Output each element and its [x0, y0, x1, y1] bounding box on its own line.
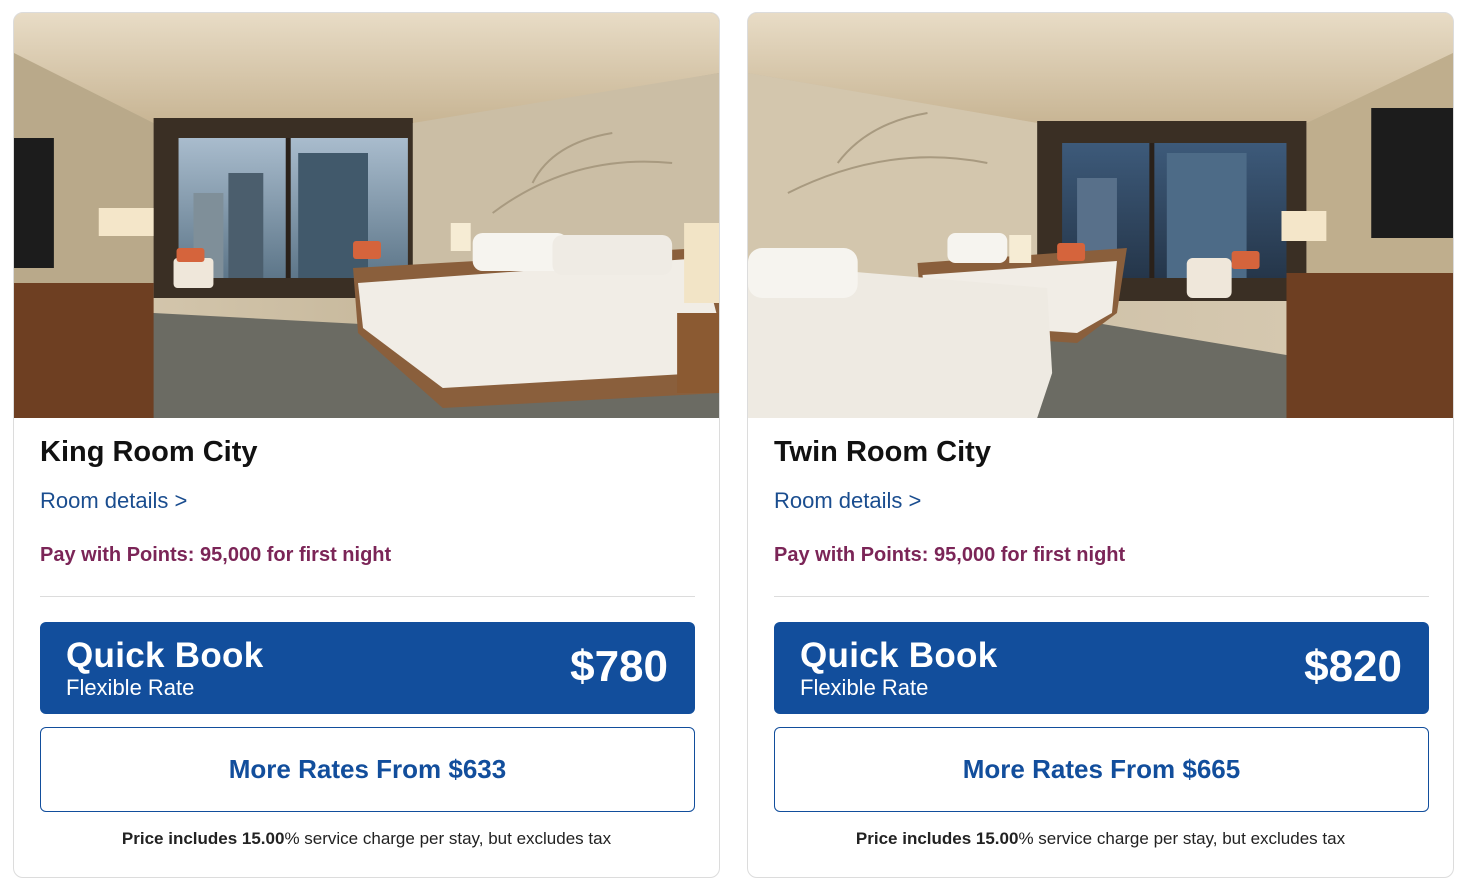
room-title: Twin Room City	[774, 436, 991, 468]
room-details-link[interactable]: Room details >	[774, 488, 921, 514]
quick-book-title: Quick Book	[66, 636, 264, 675]
quick-book-price: $820	[1304, 642, 1402, 691]
disclaimer-bold: Price includes 15.00	[121, 829, 285, 848]
quick-book-button[interactable]: Quick Book Flexible Rate $780	[40, 622, 695, 714]
room-card-twin: Twin Room City Room details > Pay with P…	[747, 12, 1454, 878]
quick-book-title: Quick Book	[800, 636, 998, 675]
disclaimer-bold: Price includes 15.00	[855, 829, 1019, 848]
more-rates-button[interactable]: More Rates From $665	[774, 727, 1429, 812]
room-title: King Room City	[40, 436, 258, 468]
room-photo[interactable]	[14, 13, 719, 418]
room-card-king: King Room City Room details > Pay with P…	[13, 12, 720, 878]
disclaimer-rest: % service charge per stay, but excludes …	[284, 829, 612, 848]
more-rates-label: More Rates From $633	[228, 754, 507, 784]
price-disclaimer: Price includes 15.00% service charge per…	[14, 829, 719, 849]
room-photo[interactable]	[748, 13, 1453, 418]
price-disclaimer: Price includes 15.00% service charge per…	[748, 829, 1453, 849]
points-price: Pay with Points: 95,000 for first night	[40, 544, 392, 566]
disclaimer-rest: % service charge per stay, but excludes …	[1018, 829, 1346, 848]
more-rates-button[interactable]: More Rates From $633	[40, 727, 695, 812]
rate-type-label: Flexible Rate	[800, 675, 929, 700]
quick-book-button[interactable]: Quick Book Flexible Rate $820	[774, 622, 1429, 714]
rate-type-label: Flexible Rate	[66, 675, 195, 700]
more-rates-label: More Rates From $665	[962, 754, 1241, 784]
points-price: Pay with Points: 95,000 for first night	[774, 544, 1126, 566]
room-details-link[interactable]: Room details >	[40, 488, 187, 514]
divider	[774, 596, 1429, 597]
divider	[40, 596, 695, 597]
quick-book-price: $780	[570, 642, 668, 691]
